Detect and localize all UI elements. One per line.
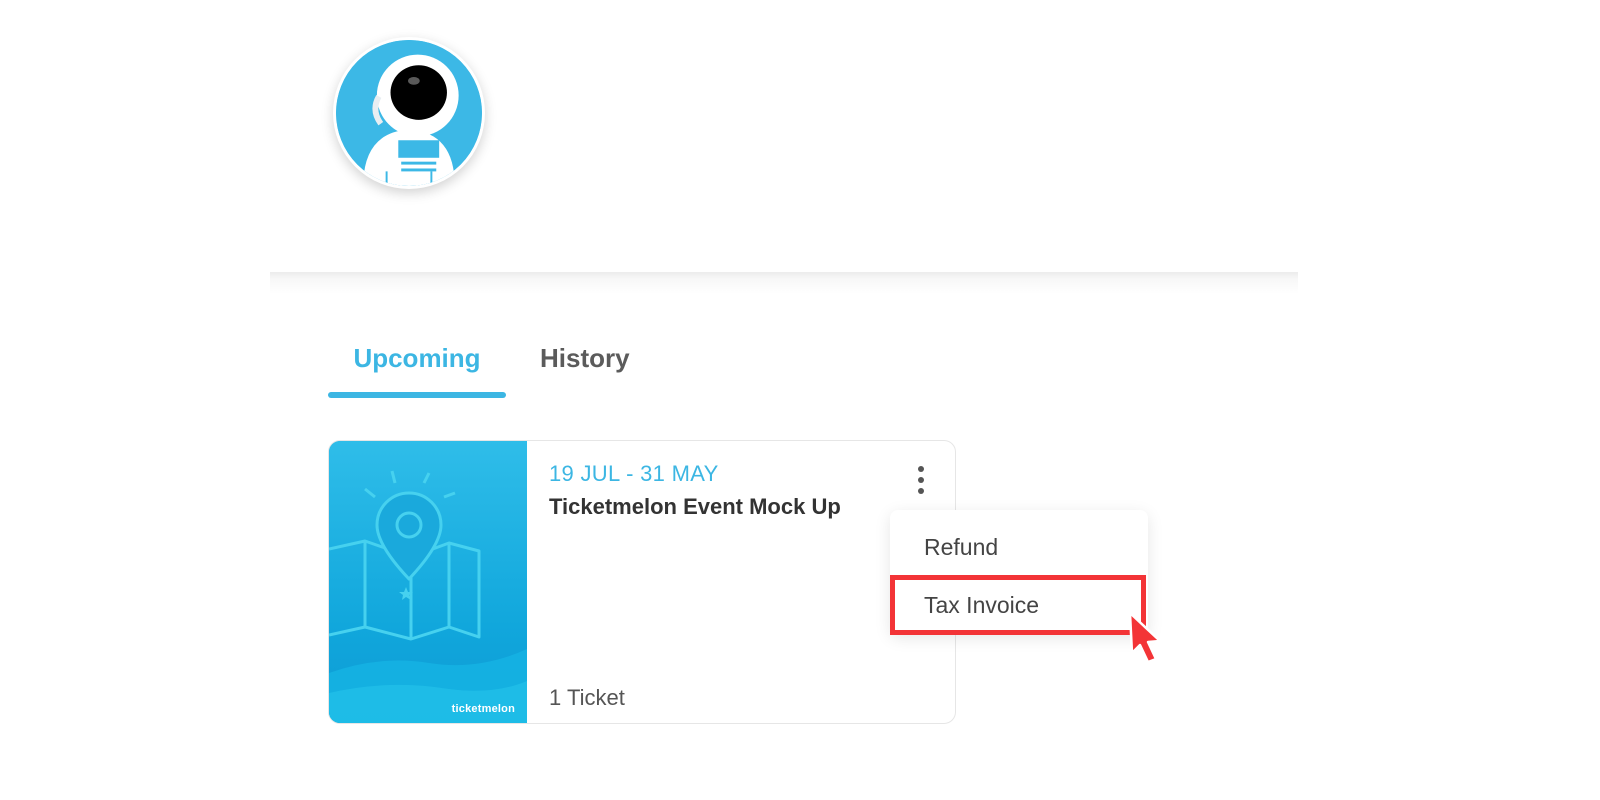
map-pin-icon xyxy=(329,441,527,723)
avatar[interactable] xyxy=(333,37,485,189)
more-vertical-icon[interactable] xyxy=(907,463,935,497)
brand-watermark: ticketmelon xyxy=(451,703,515,715)
astronaut-avatar-icon xyxy=(336,40,482,186)
section-divider xyxy=(270,272,1298,294)
ticket-count: 1 Ticket xyxy=(549,685,625,710)
event-thumbnail[interactable]: ticketmelon xyxy=(329,441,527,723)
cursor-pointer-icon xyxy=(1128,611,1162,663)
active-tab-indicator xyxy=(328,392,506,398)
highlight-box xyxy=(890,575,1146,635)
event-date-range: 19 JUL - 31 MAY xyxy=(549,461,719,486)
tab-upcoming[interactable]: Upcoming xyxy=(328,336,506,396)
tab-history[interactable]: History xyxy=(540,336,630,396)
event-card[interactable]: ticketmelon 19 JUL - 31 MAY Ticketmelon … xyxy=(328,440,956,724)
event-title[interactable]: Ticketmelon Event Mock Up xyxy=(549,494,841,520)
menu-item-refund[interactable]: Refund xyxy=(924,534,998,561)
